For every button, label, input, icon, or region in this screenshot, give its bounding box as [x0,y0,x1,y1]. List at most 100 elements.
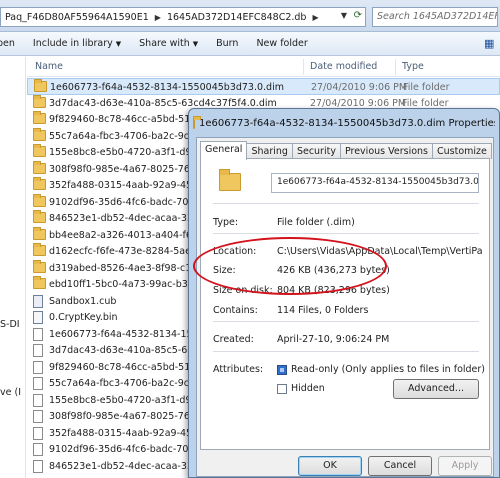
file-name: ebd10ff1-5bc0-4a73-99ac-b37d9 [49,279,206,290]
readonly-label[interactable]: Read-only (Only applies to files in fold… [291,364,485,375]
file-name: 9f829460-8c78-46cc-a5bd-510ed [49,361,209,373]
created-value: April-27-10, 9:06:24 PM [277,334,390,345]
file-name: 308f98f0-985e-4a67-8025-764e9 [49,163,208,175]
navigation-pane[interactable]: S-DI ve (I [0,57,26,478]
column-divider[interactable] [303,59,304,75]
file-name: d319abed-8526-4ae3-8f98-c152 [49,262,204,274]
folder-icon [33,276,46,289]
divider [213,233,479,234]
file-name: d162ecfc-f6fe-473e-8284-5ae4 [49,246,197,257]
file-name: 9102df96-35d6-4fc6-badc-70123 [49,196,207,208]
dialog-body: General Sharing Security Previous Versio… [196,137,494,477]
file-name: 1e606773-f64a-4532-8134-1550045b3d73.0.d… [50,82,284,93]
large-folder-icon [219,169,241,191]
apply-button[interactable]: Apply [438,456,492,476]
breadcrumb-separator-icon[interactable]: ▶ [310,13,320,22]
dialog-title-bar[interactable]: 1e606773-f64a-4532-8134-1550045b3d73.0.d… [193,112,495,134]
folder-icon [33,111,46,124]
folder-icon [33,177,46,190]
file-icon [33,443,43,456]
column-divider[interactable] [395,59,396,75]
open-button[interactable]: pen [0,38,24,49]
cancel-button[interactable]: Cancel [368,456,432,476]
column-date-modified[interactable]: Date modified [310,61,377,72]
tab-security[interactable]: Security [291,143,341,159]
include-in-library-button[interactable]: Include in library ▼ [24,38,130,49]
size-label: Size: [213,265,236,276]
address-dropdown-icon[interactable]: ▼ [341,11,347,20]
tab-general[interactable]: General [200,141,248,160]
chevron-down-icon: ▼ [192,40,199,48]
column-headers: Name Date modified Type [27,57,500,77]
general-tab-panel: 1e606773-f64a-4532-8134-1550045b3d73.0.d… [200,158,490,450]
properties-dialog: 1e606773-f64a-4532-8134-1550045b3d73.0.d… [188,108,500,478]
tab-strip: General Sharing Security Previous Versio… [200,141,492,160]
cube-file-icon [33,294,43,308]
attributes-label: Attributes: [213,364,264,375]
location-value: C:\Users\Vidas\AppData\Local\Temp\VertiP… [277,246,483,257]
created-label: Created: [213,334,254,345]
file-name: 55c7a64a-fbc3-4706-ba2c-9cf670 [49,130,211,142]
file-icon [33,360,43,374]
folder-name-field[interactable]: 1e606773-f64a-4532-8134-1550045b3d73.0.d… [271,173,479,193]
column-name[interactable]: Name [35,61,63,72]
file-name: 155e8bc8-e5b0-4720-a3f1-d9bf4 [49,147,207,158]
folder-icon [33,193,46,207]
folder-icon [33,127,46,141]
file-icon [33,327,43,341]
size-on-disk-label: Size on disk: [213,285,273,296]
tab-customize[interactable]: Customize [432,143,492,159]
tab-previous-versions[interactable]: Previous Versions [339,143,434,159]
search-input[interactable]: Search 1645AD372D14EFC848C2.db [372,7,498,27]
file-icon [33,377,43,390]
contains-value: 114 Files, 0 Folders [277,305,369,316]
folder-icon [33,259,46,273]
file-name: Sandbox1.cub [49,295,117,307]
tab-sharing[interactable]: Sharing [246,143,293,159]
file-date: 27/04/2010 9:06 PM [310,97,407,109]
nav-item-fragment[interactable]: ve (I [0,387,21,398]
contains-label: Contains: [213,305,258,316]
file-type: File folder [402,97,449,109]
share-with-button[interactable]: Share with ▼ [130,38,207,49]
refresh-icon[interactable]: ⟳ [354,10,362,21]
file-name: 352fa488-0315-4aab-92a9-4573a [49,180,210,191]
address-box[interactable]: Paq_F46D80AF55964A1590E1 ▶ 1645AD372D14E… [0,7,366,27]
type-value: File folder (.dim) [277,217,355,228]
command-toolbar: pen Include in library ▼ Share with ▼ Burn… [0,32,500,56]
folder-icon [33,243,46,256]
type-label: Type: [213,217,239,228]
breadcrumb-parent[interactable]: Paq_F46D80AF55964A1590E1 [1,12,153,23]
folder-icon [33,160,46,174]
new-folder-button[interactable]: New folder [247,38,316,49]
file-date: 27/04/2010 9:06 PM [311,82,408,93]
folder-icon [33,226,46,240]
burn-button[interactable]: Burn [207,38,247,49]
view-options-icon[interactable]: ▦ [484,37,494,50]
breadcrumb-separator-icon[interactable]: ▶ [153,13,163,22]
file-name: 9f829460-8c78-46cc-a5bd-510ed [49,114,209,125]
file-name: 9102df96-35d6-4fc6-badc-70123 [49,444,207,455]
readonly-checkbox[interactable] [277,365,287,375]
file-name: 3d7dac43-d63e-410a-85c5-63cd4 [49,345,211,356]
size-value: 426 KB (436,273 bytes) [277,265,390,276]
file-type: File folder [403,82,450,93]
file-icon [33,344,43,357]
share-with-label: Share with [139,38,190,49]
file-icon [33,459,43,473]
file-name: bb4ee8a2-a326-4013-a404-f620a [49,229,210,241]
file-name: 55c7a64a-fbc3-4706-ba2c-9cf67 [49,378,205,389]
folder-icon [193,115,201,129]
nav-item-fragment[interactable]: S-DI [0,319,20,330]
file-row[interactable]: 1e606773-f64a-4532-8134-1550045b3d73.0.d… [27,78,500,95]
hidden-label[interactable]: Hidden [291,383,325,394]
divider [213,203,479,204]
chevron-down-icon: ▼ [115,40,122,48]
hidden-checkbox[interactable] [277,384,287,394]
advanced-button[interactable]: Advanced... [393,379,479,399]
ok-button[interactable]: OK [298,456,362,476]
file-name: 1e606773-f64a-4532-8134-15500 [49,328,211,340]
file-name: 3d7dac43-d63e-410a-85c5-63cd4c37f5f4.0.d… [49,97,277,109]
column-type[interactable]: Type [402,61,424,72]
breadcrumb-current[interactable]: 1645AD372D14EFC848C2.db [163,12,311,23]
